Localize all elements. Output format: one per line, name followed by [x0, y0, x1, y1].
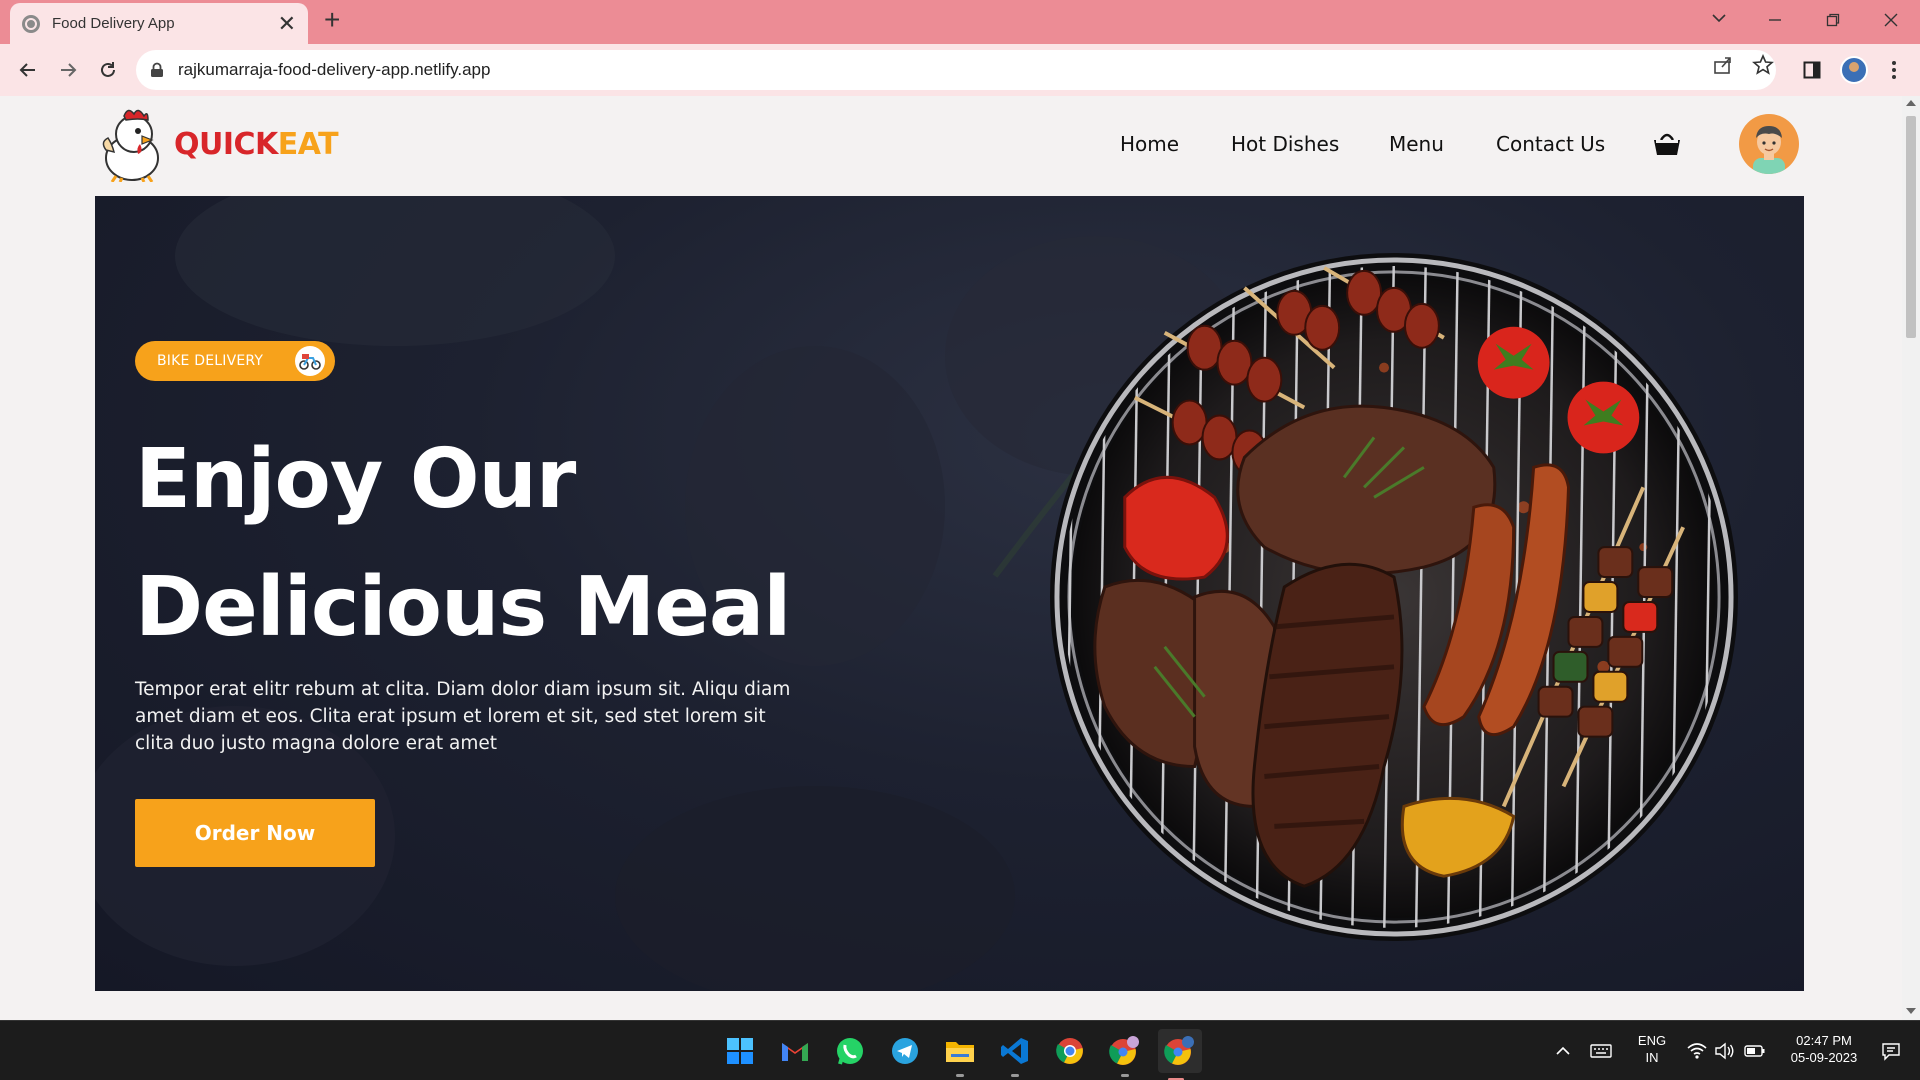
minimize-icon — [1769, 19, 1781, 21]
close-icon — [1884, 13, 1898, 27]
clock[interactable]: 02:47 PM 05-09-2023 — [1782, 1032, 1866, 1066]
globe-icon — [22, 14, 40, 33]
address-bar[interactable]: rajkumarraja-food-delivery-app.netlify.a… — [136, 50, 1776, 90]
profile-avatar — [1840, 56, 1868, 84]
user-avatar[interactable] — [1739, 114, 1799, 174]
close-window-button[interactable] — [1866, 6, 1916, 27]
chrome-icon — [1056, 1038, 1083, 1064]
headline-line-1: Enjoy Our — [135, 432, 576, 527]
taskbar-file-explorer[interactable] — [942, 1033, 978, 1077]
nav-home[interactable]: Home — [1120, 132, 1179, 156]
taskbar-telegram[interactable] — [887, 1033, 923, 1069]
badge-label: BIKE DELIVERY — [157, 353, 264, 369]
tab-search-button[interactable] — [1694, 6, 1744, 23]
nav-menu[interactable]: Menu — [1389, 132, 1444, 156]
arrow-left-icon — [19, 63, 35, 77]
hero-description: Tempor erat elitr rebum at clita. Diam d… — [135, 679, 791, 754]
region-code: IN — [1645, 1050, 1659, 1065]
chrome-active-icon — [1164, 1036, 1194, 1065]
taskbar-chrome-profile[interactable] — [1107, 1033, 1143, 1077]
taskbar-chrome-active[interactable] — [1158, 1029, 1202, 1080]
chicken-mascot-icon — [102, 109, 159, 182]
side-panel-icon — [1803, 61, 1821, 79]
brand-eat: EAT — [277, 126, 339, 162]
whatsapp-icon — [837, 1038, 863, 1065]
language-code: ENG — [1637, 1033, 1667, 1048]
wifi-icon[interactable] — [1686, 1041, 1708, 1061]
brand-quick: QUICK — [174, 126, 278, 162]
brand-name: QUICKEAT — [174, 126, 339, 162]
volume-icon[interactable] — [1714, 1041, 1736, 1061]
bike-delivery-badge: BIKE DELIVERY — [135, 341, 335, 381]
page-viewport: QUICKEAT Home Hot Dishes Menu Contact Us — [0, 96, 1902, 1020]
scroll-up-arrow-icon[interactable] — [1906, 100, 1916, 106]
order-now-button[interactable]: Order Now — [135, 799, 375, 867]
share-icon[interactable] — [1712, 54, 1734, 76]
forward-button[interactable] — [52, 54, 84, 86]
scroll-down-arrow-icon[interactable] — [1906, 1008, 1916, 1014]
delivery-bike-icon — [295, 346, 325, 376]
running-indicator — [956, 1074, 964, 1077]
taskbar-gmail[interactable] — [777, 1033, 813, 1069]
folder-icon — [946, 1042, 974, 1062]
windows-taskbar: ENG IN 02:47 PM 05-09-2023 — [0, 1020, 1920, 1080]
url-text: rajkumarraja-food-delivery-app.netlify.a… — [178, 60, 491, 79]
site-logo[interactable]: QUICKEAT — [98, 106, 339, 182]
back-button[interactable] — [12, 54, 44, 86]
running-indicator — [1011, 1074, 1019, 1077]
bookmark-star-icon[interactable] — [1752, 54, 1774, 76]
chevron-up-icon[interactable] — [1552, 1041, 1574, 1061]
minimize-button[interactable] — [1750, 6, 1800, 27]
reload-button[interactable] — [92, 54, 124, 86]
tab-close-button[interactable]: ✕ — [278, 12, 296, 35]
scrollbar-thumb[interactable] — [1906, 116, 1916, 338]
browser-menu-button[interactable] — [1878, 54, 1910, 86]
new-tab-button[interactable]: + — [324, 6, 340, 34]
restore-button[interactable] — [1808, 6, 1858, 27]
running-indicator — [1121, 1074, 1129, 1077]
browser-titlebar: Food Delivery App ✕ + — [0, 0, 1920, 44]
nav-hot-dishes[interactable]: Hot Dishes — [1231, 132, 1339, 156]
hero-headline: Enjoy Our Delicious Meal — [135, 416, 791, 672]
restore-icon — [1826, 13, 1840, 27]
clock-time: 02:47 PM — [1796, 1033, 1852, 1048]
side-panel-button[interactable] — [1796, 54, 1828, 86]
more-vertical-icon — [1892, 61, 1896, 79]
language-indicator[interactable]: ENG IN — [1632, 1032, 1672, 1066]
keyboard-icon[interactable] — [1590, 1041, 1612, 1061]
telegram-icon — [892, 1038, 918, 1064]
gmail-icon — [782, 1043, 808, 1061]
clock-date: 05-09-2023 — [1790, 1050, 1858, 1065]
reload-icon — [101, 62, 115, 77]
taskbar-whatsapp[interactable] — [832, 1033, 868, 1069]
headline-line-2: Delicious Meal — [135, 560, 791, 655]
arrow-right-icon — [61, 63, 77, 77]
profile-button[interactable] — [1838, 54, 1870, 86]
hero-section: BIKE DELIVERY Enjoy Our Delicious Meal T… — [95, 196, 1804, 991]
taskbar-vscode[interactable] — [997, 1033, 1033, 1077]
taskbar-chrome[interactable] — [1052, 1033, 1088, 1069]
browser-tab[interactable]: Food Delivery App ✕ — [10, 3, 308, 44]
start-button[interactable] — [722, 1033, 758, 1069]
nav-contact-us[interactable]: Contact Us — [1496, 132, 1605, 156]
notification-icon[interactable] — [1880, 1041, 1902, 1061]
chrome-profile-icon — [1109, 1036, 1139, 1065]
shopping-basket-icon[interactable] — [1652, 128, 1682, 158]
user-avatar-icon — [1753, 126, 1785, 174]
vscode-icon — [1001, 1038, 1028, 1064]
page-scrollbar[interactable] — [1902, 96, 1920, 1020]
windows-logo-icon — [727, 1038, 753, 1064]
tab-title: Food Delivery App — [52, 15, 175, 32]
lock-icon — [151, 62, 163, 77]
chevron-down-icon — [1712, 14, 1726, 23]
battery-icon[interactable] — [1744, 1041, 1766, 1061]
browser-toolbar: rajkumarraja-food-delivery-app.netlify.a… — [0, 44, 1920, 96]
bbq-grill-image — [1049, 252, 1739, 942]
